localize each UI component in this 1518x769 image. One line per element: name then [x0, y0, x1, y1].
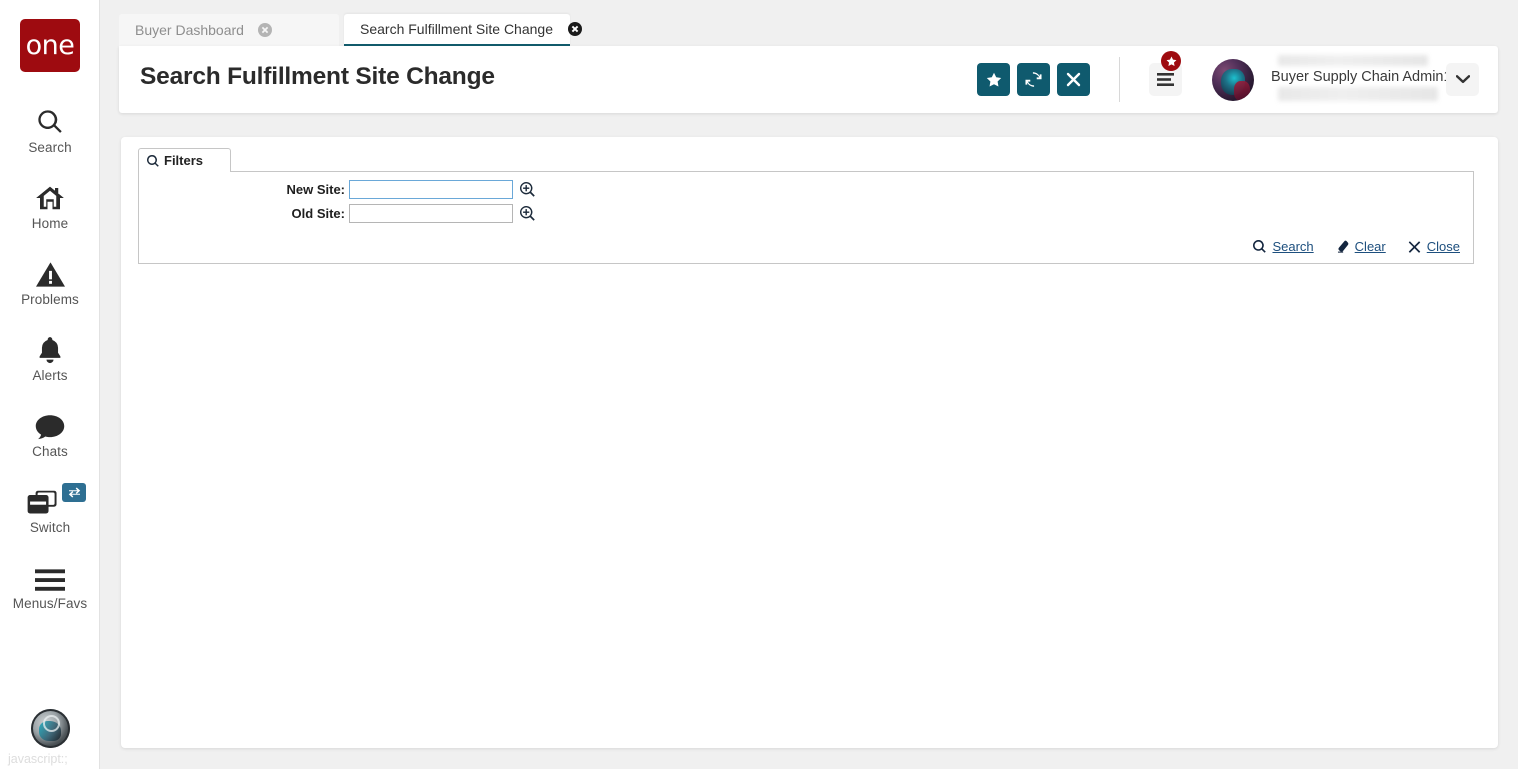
refresh-button[interactable]	[1017, 63, 1050, 96]
chevron-down-icon	[1456, 75, 1470, 84]
tab-close-icon[interactable]	[258, 23, 273, 38]
brand-logo[interactable]: one	[20, 19, 80, 72]
tab-strip: Buyer Dashboard Search Fulfillment Site …	[100, 0, 1518, 46]
redacted-text-bottom	[1278, 87, 1438, 101]
tab-close-icon[interactable]	[567, 22, 582, 37]
close-x-icon	[1408, 240, 1421, 253]
close-link-label: Close	[1427, 239, 1460, 254]
sidebar-item-label: Menus/Favs	[13, 596, 88, 611]
sidebar-item-home[interactable]: Home	[0, 180, 100, 231]
tab-filters-label: Filters	[164, 153, 203, 168]
clear-link-label: Clear	[1355, 239, 1386, 254]
page-header: Search Fulfillment Site Change	[119, 46, 1498, 113]
switch-badge-icon	[62, 483, 86, 502]
hamburger-icon	[35, 560, 65, 592]
close-button[interactable]	[1057, 63, 1090, 96]
filters-box: New Site: Old Site:	[138, 171, 1474, 264]
sidebar-item-label: Switch	[30, 520, 70, 535]
user-name: Buyer Supply Chain Admin1	[1271, 69, 1449, 85]
search-link-label: Search	[1272, 239, 1313, 254]
sidebar-item-label: Home	[32, 216, 68, 231]
sidebar-item-problems[interactable]: Problems	[0, 256, 100, 307]
sidebar-item-switch[interactable]: Switch	[0, 484, 100, 535]
refresh-icon	[1025, 71, 1042, 88]
search-icon	[36, 104, 64, 136]
chat-icon	[35, 408, 65, 440]
search-icon	[147, 155, 159, 167]
favorite-button[interactable]	[977, 63, 1010, 96]
brand-logo-text: one	[26, 32, 75, 59]
old-site-input[interactable]	[349, 204, 513, 223]
header-divider	[1119, 57, 1120, 102]
switch-icon	[0, 484, 100, 516]
close-link[interactable]: Close	[1408, 239, 1460, 254]
sidebar-item-menus-favs[interactable]: Menus/Favs	[0, 560, 100, 611]
tab-label: Search Fulfillment Site Change	[360, 21, 553, 37]
browser-status-hint: javascript:;	[8, 752, 68, 766]
old-site-lookup-button[interactable]	[519, 206, 535, 222]
star-icon	[986, 72, 1002, 88]
old-site-label: Old Site:	[139, 206, 349, 221]
magnifier-plus-icon	[520, 182, 535, 197]
search-link[interactable]: Search	[1253, 239, 1313, 254]
main-area: Buyer Dashboard Search Fulfillment Site …	[100, 0, 1518, 769]
sidebar-item-alerts[interactable]: Alerts	[0, 332, 100, 383]
search-icon	[1253, 240, 1266, 253]
content-card: Filters New Site: Old Site:	[121, 137, 1498, 748]
eraser-icon	[1336, 240, 1349, 253]
sidebar-item-label: Chats	[32, 444, 68, 459]
sidebar-item-label: Alerts	[32, 368, 67, 383]
menu-badge-star-icon	[1161, 51, 1181, 71]
tab-buyer-dashboard[interactable]: Buyer Dashboard	[119, 14, 339, 46]
user-menu-button[interactable]	[1446, 63, 1479, 96]
page-title: Search Fulfillment Site Change	[140, 63, 495, 91]
tab-label: Buyer Dashboard	[135, 22, 244, 38]
close-icon	[1066, 72, 1081, 87]
user-avatar[interactable]	[1212, 59, 1254, 101]
filter-action-links: Search Clear Close	[1253, 239, 1460, 254]
field-row-old-site: Old Site:	[139, 204, 535, 223]
hamburger-icon	[1157, 73, 1174, 86]
sidebar-item-label: Search	[28, 140, 71, 155]
clear-link[interactable]: Clear	[1336, 239, 1386, 254]
new-site-label: New Site:	[139, 182, 349, 197]
sidebar-item-label: Problems	[21, 292, 79, 307]
left-navigation-rail: one Search Home Problems Alerts Chats	[0, 0, 100, 769]
tab-filters[interactable]: Filters	[138, 148, 231, 172]
bell-icon	[37, 332, 63, 364]
warning-icon	[36, 256, 65, 288]
new-site-lookup-button[interactable]	[519, 182, 535, 198]
sidebar-item-search[interactable]: Search	[0, 104, 100, 155]
new-site-input[interactable]	[349, 180, 513, 199]
sidebar-item-chats[interactable]: Chats	[0, 408, 100, 459]
avatar[interactable]	[31, 709, 70, 748]
tab-search-fulfillment-site-change[interactable]: Search Fulfillment Site Change	[344, 14, 570, 47]
magnifier-plus-icon	[520, 206, 535, 221]
field-row-new-site: New Site:	[139, 180, 535, 199]
redacted-text-top	[1278, 55, 1428, 66]
home-icon	[35, 180, 65, 212]
